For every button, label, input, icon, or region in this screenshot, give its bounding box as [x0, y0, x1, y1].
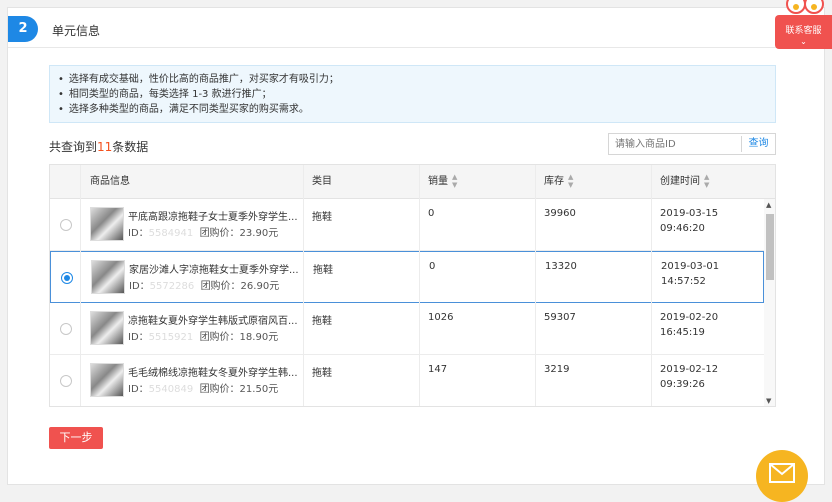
result-count: 共查询到11条数据	[49, 138, 148, 155]
product-id-search-input[interactable]	[609, 134, 741, 154]
product-price: 团购价：18.90元	[199, 332, 279, 343]
search-button[interactable]: 查询	[741, 136, 775, 152]
created-time: 14:57:52	[661, 276, 706, 287]
scrollbar-thumb[interactable]	[766, 214, 774, 280]
sort-icon[interactable]: ▲ ▼	[452, 173, 457, 189]
id-label: ID：	[128, 384, 149, 395]
product-stock: 39960	[544, 208, 576, 219]
created-date: 2019-02-20	[660, 312, 719, 323]
table-scrollbar[interactable]: ▲ ▼	[764, 199, 775, 406]
product-category: 拖鞋	[312, 368, 332, 379]
contact-service-label: 联系客服	[785, 26, 822, 36]
mascot-icon	[786, 0, 824, 14]
created-time: 09:46:20	[660, 223, 705, 234]
row-radio[interactable]	[60, 323, 72, 335]
tips-box: 选择有成交基础，性价比高的商品推广，对买家才有吸引力； 相同类型的商品，每类选择…	[49, 65, 776, 123]
product-stock: 59307	[544, 312, 576, 323]
product-name[interactable]: 毛毛绒棉线凉拖鞋女冬夏外穿学生韩...	[128, 364, 298, 379]
table-row[interactable]: 毛毛绒棉线凉拖鞋女冬夏外穿学生韩... ID：5540849 团购价：21.50…	[50, 355, 764, 406]
product-meta: ID：5540849 团购价：21.50元	[128, 380, 278, 395]
product-price: 团购价：26.90元	[200, 281, 280, 292]
header-created-label: 创建时间	[660, 176, 700, 187]
table-row[interactable]: 平底高跟凉拖鞋子女士夏季外穿学生... ID：5584941 团购价：23.90…	[50, 199, 764, 251]
header-sales-label: 销量	[428, 176, 448, 187]
id-label: ID：	[129, 281, 150, 292]
result-prefix: 共查询到	[49, 140, 98, 154]
section-header: 2 单元信息	[8, 8, 824, 48]
column-divider	[419, 165, 420, 406]
product-meta: ID：5572286 团购价：26.90元	[129, 277, 279, 292]
table-row[interactable]: 凉拖鞋女夏外穿学生韩版式原宿风百... ID：5515921 团购价：18.90…	[50, 303, 764, 355]
product-price: 团购价：23.90元	[199, 228, 279, 239]
id-label: ID：	[128, 332, 149, 343]
product-name[interactable]: 家居沙滩人字凉拖鞋女士夏季外穿学...	[129, 261, 299, 276]
product-meta: ID：5584941 团购价：23.90元	[128, 224, 278, 239]
scroll-up-icon[interactable]: ▲	[766, 201, 771, 209]
row-radio[interactable]	[60, 375, 72, 387]
product-id: 5572286	[149, 281, 195, 292]
product-thumbnail	[91, 260, 125, 294]
header-category: 类目	[312, 176, 332, 187]
product-sales: 0	[428, 208, 435, 219]
sort-icon[interactable]: ▲ ▼	[568, 173, 573, 189]
result-suffix: 条数据	[112, 140, 149, 154]
header-created[interactable]: 创建时间 ▲ ▼	[660, 165, 709, 199]
product-sales: 147	[428, 364, 448, 375]
created-date: 2019-03-15	[660, 208, 719, 219]
product-name[interactable]: 平底高跟凉拖鞋子女士夏季外穿学生...	[128, 208, 298, 223]
row-radio[interactable]	[61, 272, 73, 284]
product-stock: 3219	[544, 364, 570, 375]
table-header: 商品信息 类目 销量 ▲ ▼ 库存 ▲ ▼ 创建时间 ▲ ▼	[50, 165, 775, 199]
product-table: 商品信息 类目 销量 ▲ ▼ 库存 ▲ ▼ 创建时间 ▲ ▼ 平底高跟凉拖鞋子女士夏季外穿学…	[49, 164, 776, 407]
product-thumbnail	[90, 363, 124, 397]
sort-icon[interactable]: ▲ ▼	[704, 173, 709, 189]
product-category: 拖鞋	[313, 265, 333, 276]
header-stock-label: 库存	[544, 176, 564, 187]
product-thumbnail	[90, 207, 124, 241]
product-id: 5515921	[148, 332, 194, 343]
product-price: 团购价：21.50元	[199, 384, 279, 395]
chevron-down-icon: ⌄	[800, 37, 807, 46]
product-meta: ID：5515921 团购价：18.90元	[128, 328, 278, 343]
created-time: 09:39:26	[660, 379, 705, 390]
tip-item: 相同类型的商品，每类选择 1-3 款进行推广；	[58, 87, 767, 102]
result-number: 11	[97, 140, 113, 154]
search-box: 查询	[608, 133, 776, 155]
header-sales[interactable]: 销量 ▲ ▼	[428, 165, 457, 199]
mail-button[interactable]	[756, 450, 808, 502]
product-sales: 0	[429, 261, 436, 272]
column-divider	[303, 165, 304, 406]
section-title: 单元信息	[52, 24, 101, 38]
column-divider	[651, 165, 652, 406]
header-product: 商品信息	[90, 176, 130, 187]
product-category: 拖鞋	[312, 212, 332, 223]
tip-item: 选择有成交基础，性价比高的商品推广，对买家才有吸引力；	[58, 72, 767, 87]
next-step-button[interactable]: 下一步	[49, 427, 103, 449]
product-thumbnail	[90, 311, 124, 345]
created-date: 2019-02-12	[660, 364, 719, 375]
created-date: 2019-03-01	[661, 261, 720, 272]
column-divider	[535, 165, 536, 406]
mail-icon	[769, 463, 795, 483]
row-radio[interactable]	[60, 219, 72, 231]
id-label: ID：	[128, 228, 149, 239]
header-stock[interactable]: 库存 ▲ ▼	[544, 165, 573, 199]
step-badge: 2	[8, 16, 38, 42]
product-sales: 1026	[428, 312, 454, 323]
product-id: 5584941	[148, 228, 194, 239]
tip-item: 选择多种类型的商品，满足不同类型买家的购买需求。	[58, 102, 767, 117]
table-row[interactable]: 家居沙滩人字凉拖鞋女士夏季外穿学... ID：5572286 团购价：26.90…	[50, 251, 764, 303]
contact-service-button[interactable]: 联系客服 ⌄	[775, 15, 832, 49]
product-category: 拖鞋	[312, 316, 332, 327]
product-name[interactable]: 凉拖鞋女夏外穿学生韩版式原宿风百...	[128, 312, 298, 327]
column-divider	[80, 165, 81, 406]
product-stock: 13320	[545, 261, 577, 272]
created-time: 16:45:19	[660, 327, 705, 338]
product-id: 5540849	[148, 384, 194, 395]
scroll-down-icon[interactable]: ▼	[766, 397, 771, 405]
